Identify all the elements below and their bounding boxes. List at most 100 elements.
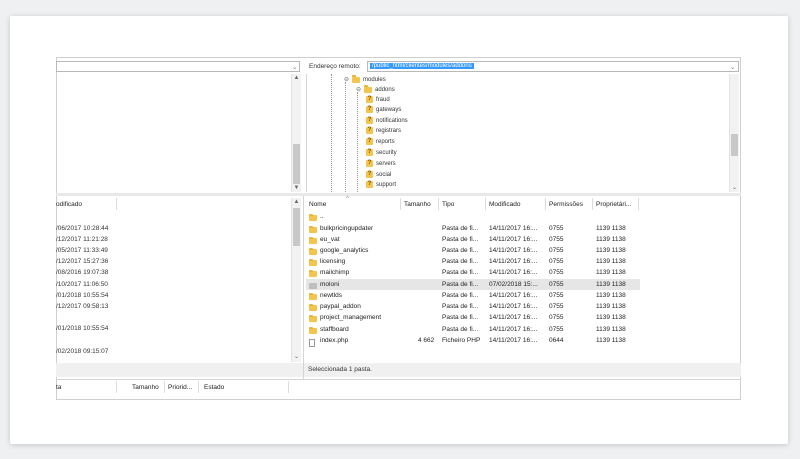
list-item[interactable]: /01/2018 10:55:54 <box>56 292 108 299</box>
table-row[interactable]: bulkpricingupdater Pasta de fi... 14/11/… <box>306 223 640 234</box>
column-separator[interactable] <box>638 198 639 210</box>
question-folder-icon: ? <box>366 127 373 134</box>
list-item[interactable]: /06/2017 10:28:44 <box>56 225 108 232</box>
table-row-selected[interactable]: moloni Pasta de fi... 07/02/2018 15:... … <box>306 279 640 290</box>
scroll-up-icon[interactable]: ▲ <box>292 198 301 206</box>
table-row[interactable]: newtlds Pasta de fi... 14/11/2017 16:...… <box>306 290 640 301</box>
list-item[interactable]: /12/2017 11:21:28 <box>56 236 108 243</box>
column-owner[interactable]: Proprietári... <box>596 201 631 208</box>
column-permissions[interactable]: Permissões <box>549 201 583 208</box>
tree-item-reports[interactable]: ? reports <box>366 138 395 145</box>
question-folder-icon: ? <box>366 171 373 178</box>
queue-column-priority[interactable]: Priorid... <box>168 384 192 391</box>
tree-item-notifications[interactable]: ? notifications <box>366 117 408 124</box>
scroll-down-icon[interactable]: ⌄ <box>730 184 739 192</box>
queue-column-status[interactable]: Estado <box>204 384 224 391</box>
remote-address-value: /public_html/clientes/modules/addons <box>370 63 474 69</box>
remote-list-divider <box>303 196 304 379</box>
column-name[interactable]: Nome <box>309 201 326 208</box>
column-separator[interactable] <box>198 381 199 393</box>
table-row[interactable]: index.php 4 662 Ficheiro PHP 14/11/2017 … <box>306 335 640 347</box>
column-separator[interactable] <box>164 381 165 393</box>
table-row[interactable]: eu_vat Pasta de fi... 14/11/2017 16:... … <box>306 234 640 245</box>
list-item[interactable]: /12/2017 15:27:36 <box>56 258 108 265</box>
column-size[interactable]: Tamanho <box>404 201 431 208</box>
tree-item-support[interactable]: ? support <box>366 181 396 188</box>
chevron-down-icon[interactable]: ⌄ <box>292 63 297 71</box>
table-row[interactable]: .. <box>306 211 640 222</box>
column-separator[interactable] <box>400 198 401 210</box>
list-item[interactable]: /01/2018 10:55:54 <box>56 325 108 332</box>
column-separator[interactable] <box>592 198 593 210</box>
scroll-thumb[interactable] <box>293 208 300 246</box>
list-item[interactable]: /05/2017 11:33:49 <box>56 247 108 254</box>
tree-item-registrars[interactable]: ? registrars <box>366 127 401 134</box>
column-separator[interactable] <box>116 381 117 393</box>
status-text: Seleccionada 1 pasta. <box>308 366 372 373</box>
folder-icon <box>352 75 361 83</box>
tree-item-addons[interactable]: ⊖ addons <box>356 85 395 93</box>
table-row[interactable]: mailchimp Pasta de fi... 14/11/2017 16:.… <box>306 267 640 278</box>
folder-icon <box>309 225 317 233</box>
local-tree-scrollbar[interactable]: ▲ ▼ <box>291 74 301 192</box>
folder-icon <box>309 283 317 289</box>
remote-tree-scrollbar[interactable]: ⌄ <box>729 74 739 192</box>
question-folder-icon: ? <box>366 149 373 156</box>
question-folder-icon: ? <box>366 117 373 124</box>
list-item[interactable]: /02/2018 09:15:07 <box>56 348 108 355</box>
queue-divider <box>56 379 741 380</box>
folder-icon <box>364 85 373 93</box>
queue-column-size[interactable]: Tamanho <box>132 384 159 391</box>
folder-icon <box>309 303 317 311</box>
table-row[interactable]: google_analytics Pasta de fi... 14/11/20… <box>306 245 640 256</box>
expand-icon[interactable]: ⊖ <box>356 86 361 93</box>
folder-icon <box>309 269 317 277</box>
folder-icon <box>309 213 317 221</box>
list-item[interactable]: /12/2017 09:58:13 <box>56 303 108 310</box>
table-row[interactable]: paypal_addon Pasta de fi... 14/11/2017 1… <box>306 301 640 312</box>
column-separator[interactable] <box>288 381 289 393</box>
column-modified[interactable]: Modificado <box>489 201 520 208</box>
sort-ascending-icon[interactable]: ^ <box>346 196 349 202</box>
pane-divider[interactable] <box>56 193 741 196</box>
folder-icon <box>309 314 317 322</box>
question-folder-icon: ? <box>366 96 373 103</box>
remote-status-bar: Seleccionada 1 pasta. <box>304 363 741 377</box>
table-row[interactable]: project_management Pasta de fi... 14/11/… <box>306 312 640 323</box>
scroll-thumb[interactable] <box>731 134 738 156</box>
list-item[interactable]: /10/2017 11:06:50 <box>56 281 108 288</box>
table-row[interactable]: licensing Pasta de fi... 14/11/2017 16:.… <box>306 256 640 267</box>
folder-icon <box>309 236 317 244</box>
column-separator[interactable] <box>116 198 117 210</box>
tree-item-servers[interactable]: ? servers <box>366 160 396 167</box>
column-type[interactable]: Tipo <box>442 201 454 208</box>
queue-column-file[interactable]: ta <box>56 384 61 391</box>
tree-item-social[interactable]: ? social <box>366 171 391 178</box>
scroll-down-icon[interactable]: ▼ <box>292 184 301 192</box>
question-folder-icon: ? <box>366 138 373 145</box>
scroll-up-icon[interactable]: ▲ <box>292 74 301 82</box>
local-status-bar <box>56 363 303 377</box>
local-list-scrollbar[interactable]: ▲ ⌄ <box>291 198 301 362</box>
table-row[interactable]: staffboard Pasta de fi... 14/11/2017 16:… <box>306 324 640 335</box>
tree-item-fraud[interactable]: ? fraud <box>366 96 390 103</box>
question-folder-icon: ? <box>366 160 373 167</box>
list-item[interactable]: /08/2016 19:07:38 <box>56 269 108 276</box>
local-column-modified[interactable]: odificado <box>56 201 82 208</box>
column-separator[interactable] <box>485 198 486 210</box>
scroll-down-icon[interactable]: ⌄ <box>292 353 301 361</box>
scroll-thumb[interactable] <box>293 144 300 184</box>
column-separator[interactable] <box>438 198 439 210</box>
tree-item-security[interactable]: ? security <box>366 149 397 156</box>
tree-item-gateways[interactable]: ? gateways <box>366 106 401 113</box>
tree-item-modules[interactable]: ⊖ modules <box>344 75 386 83</box>
chevron-down-icon[interactable]: ⌄ <box>730 63 735 71</box>
folder-icon <box>309 292 317 300</box>
local-address-field[interactable] <box>56 61 300 72</box>
question-folder-icon: ? <box>366 181 373 188</box>
folder-icon <box>309 258 317 266</box>
folder-icon <box>309 326 317 334</box>
expand-icon[interactable]: ⊖ <box>344 76 349 83</box>
column-separator[interactable] <box>545 198 546 210</box>
remote-address-field[interactable]: /public_html/clientes/modules/addons <box>367 61 739 72</box>
